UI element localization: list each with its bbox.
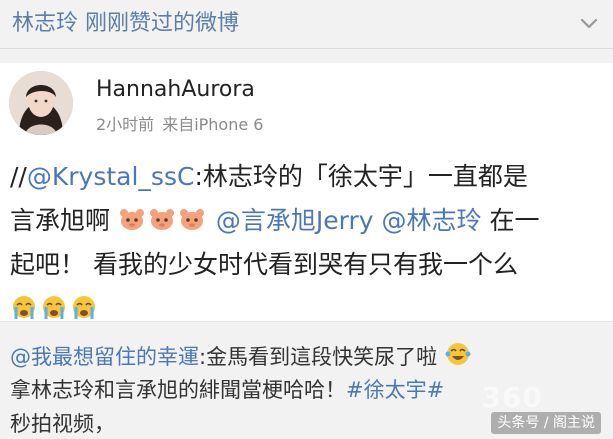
original-post-segment: 秒拍视频， — [10, 412, 115, 436]
post-text: //@Krystal_ssC:林志玲的「徐太宇」一直都是 言承旭啊 @言承旭Je… — [10, 158, 608, 334]
post-text-line: 言承旭啊 @言承旭Jerry @林志玲 在一 — [10, 202, 608, 246]
repost-prefix: // — [10, 162, 27, 191]
post-text-line: //@Krystal_ssC:林志玲的「徐太宇」一直都是 — [10, 158, 608, 202]
post-text-segment: 在一 — [489, 206, 540, 235]
shy-emoji-icon — [148, 205, 176, 233]
liked-posts-header: 林志玲 刚刚赞过的微博 — [0, 0, 613, 49]
avatar[interactable] — [9, 71, 73, 135]
original-post-segment: :金馬看到這段快笑尿了啦 — [199, 345, 438, 369]
shy-emoji-icon — [118, 205, 146, 233]
original-post-band: @我最想留住的幸運:金馬看到這段快笑尿了啦 拿林志玲和言承旭的緋聞當梗哈哈！#徐… — [0, 321, 613, 439]
post-source: 来自iPhone 6 — [162, 115, 264, 134]
header-title[interactable]: 林志玲 刚刚赞过的微博 — [12, 9, 239, 39]
weibo-screen: 林志玲 刚刚赞过的微博 HannahAurora 2小时前来自iPhone 6 — [0, 0, 613, 439]
mention-link[interactable]: @Krystal_ssC — [27, 162, 195, 191]
original-post-line: @我最想留住的幸運:金馬看到這段快笑尿了啦 — [10, 340, 610, 374]
shy-emoji-icon — [178, 205, 206, 233]
weibo-post-card: HannahAurora 2小时前 来自iPhone 6 //@Krystal_s… — [0, 63, 613, 321]
post-text-line: 起吧！ 看我的少女时代看到哭有只有我一个么 — [10, 246, 608, 290]
post-text-segment: 起吧！ 看我的少女时代看到哭有只有我一个么 — [10, 250, 518, 279]
post-meta: 2小时前 来自iPhone 6 — [96, 114, 263, 136]
mention-link[interactable]: @言承旭Jerry — [216, 206, 374, 235]
crying-emoji-icon — [40, 293, 68, 321]
mention-link[interactable]: @我最想留住的幸運 — [10, 345, 199, 369]
laughing-tears-emoji-icon — [444, 340, 472, 368]
post-text-segment: :林志玲的「徐太宇」一直都是 — [194, 162, 528, 191]
watermark-label: 头条号 / 阁主说 — [491, 412, 601, 434]
post-time: 2小时前 — [96, 115, 155, 134]
original-post-segment: 拿林志玲和言承旭的緋聞當梗哈哈！ — [10, 378, 346, 402]
post-text-segment: 言承旭啊 — [10, 206, 111, 235]
chevron-down-icon[interactable] — [579, 14, 599, 34]
topic-link[interactable]: #徐太宇# — [346, 378, 444, 402]
section-gap — [0, 49, 613, 63]
watermark-logo: 360 — [481, 381, 543, 414]
crying-emoji-icon — [70, 293, 98, 321]
post-author-name[interactable]: HannahAurora — [96, 76, 255, 104]
mention-link[interactable]: @林志玲 — [382, 206, 482, 235]
crying-emoji-icon — [10, 293, 38, 321]
